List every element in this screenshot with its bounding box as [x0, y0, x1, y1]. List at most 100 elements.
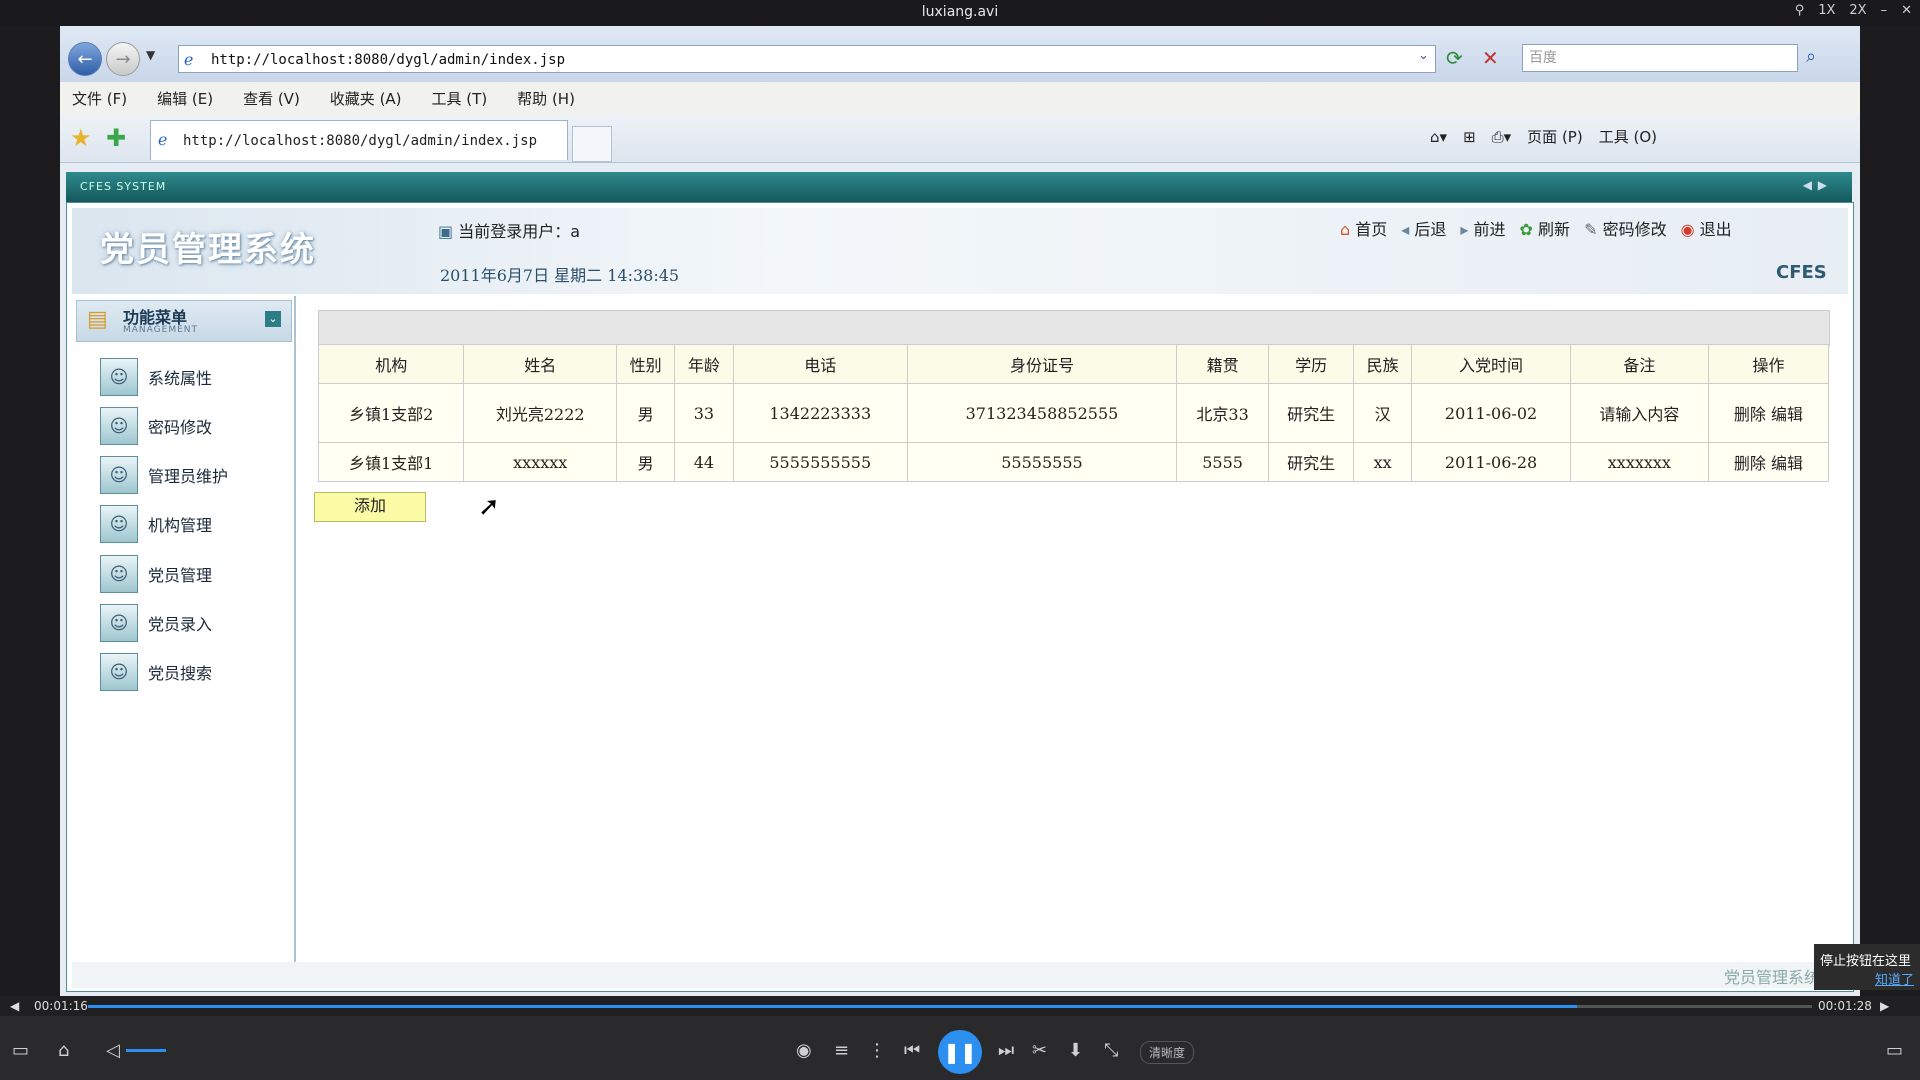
tooltip-text: 停止按钮在这里: [1820, 954, 1912, 969]
home-link[interactable]: ⌂ 首页: [1340, 216, 1387, 240]
sidebar-item-label: 党员管理: [148, 566, 213, 585]
menu-help[interactable]: 帮助 (H): [517, 88, 575, 109]
cell-age: 33: [674, 383, 734, 443]
col-id: 身份证号: [906, 344, 1178, 384]
sidebar-subtitle: MANAGEMENT: [123, 325, 198, 335]
sidebar-item-search[interactable]: ☺ 党员搜索: [100, 652, 212, 692]
password-link-icon: ✎: [1584, 220, 1598, 239]
back-link-icon: ◂: [1401, 220, 1410, 239]
refresh-link-icon: ✿: [1519, 220, 1533, 239]
pin-icon[interactable]: ⚲: [1795, 3, 1805, 18]
edit-link[interactable]: 编辑: [1771, 405, 1803, 424]
col-note: 备注: [1569, 344, 1709, 384]
edit-link[interactable]: 编辑: [1771, 454, 1803, 473]
search-icon[interactable]: ⌕: [1806, 46, 1816, 67]
rewind-icon[interactable]: ◀: [10, 999, 19, 1013]
forward-button[interactable]: →: [106, 42, 140, 76]
print-icon[interactable]: ⎙▾: [1492, 128, 1512, 146]
cell-org: 乡镇1支部2: [317, 383, 465, 443]
home-icon[interactable]: ⌂▾: [1430, 128, 1447, 146]
settings-icon[interactable]: ⋮: [868, 1040, 886, 1061]
feeds-icon[interactable]: ⊞: [1463, 128, 1476, 146]
back-link[interactable]: ◂ 后退: [1401, 216, 1446, 240]
close-icon[interactable]: ✕: [1901, 3, 1912, 18]
eye-icon[interactable]: ◉: [796, 1040, 812, 1061]
favorites-star-icon[interactable]: ★: [70, 124, 92, 152]
download-icon[interactable]: ⬇: [1068, 1040, 1083, 1061]
minimize-icon[interactable]: –: [1881, 3, 1888, 18]
speed-1x-button[interactable]: 1X: [1818, 3, 1835, 18]
tooltip-link[interactable]: 知道了: [1820, 969, 1914, 988]
menu-file[interactable]: 文件 (F): [72, 88, 127, 109]
library-icon[interactable]: ▭: [12, 1040, 29, 1061]
cell-id: 371323458852555: [906, 383, 1178, 443]
app-title-bar: CFES SYSTEM ◀ ▶: [66, 172, 1852, 202]
menu-folder-icon: ▤: [87, 307, 108, 332]
menu-favorites[interactable]: 收藏夹 (A): [330, 88, 402, 109]
sidebar-item-admin[interactable]: ☺ 管理员维护: [100, 455, 228, 495]
pause-button[interactable]: ❚❚: [938, 1030, 982, 1074]
new-tab-button[interactable]: [572, 126, 612, 162]
address-input[interactable]: http://localhost:8080/dygl/admin/index.j…: [178, 45, 1436, 73]
clarity-button[interactable]: 清晰度: [1140, 1041, 1195, 1064]
seek-bar[interactable]: ◀ 00:01:16 00:01:28 ▶: [0, 996, 1920, 1016]
refresh-icon[interactable]: ⟳: [1446, 46, 1463, 70]
menu-view[interactable]: 查看 (V): [243, 88, 300, 109]
logout-link[interactable]: ◉ 退出: [1681, 216, 1732, 240]
shrink-icon[interactable]: ⤡: [1104, 1040, 1118, 1061]
scissors-icon[interactable]: ✂: [1032, 1040, 1047, 1061]
cell-note: 请输入内容: [1569, 383, 1709, 443]
delete-link[interactable]: 删除: [1734, 405, 1766, 424]
tab-active[interactable]: http://localhost:8080/dygl/admin/index.j…: [150, 120, 568, 160]
menu-bar: 文件 (F) 编辑 (E) 查看 (V) 收藏夹 (A) 工具 (T) 帮助 (…: [60, 82, 1860, 114]
speed-2x-button[interactable]: 2X: [1849, 3, 1866, 18]
history-dropdown-icon[interactable]: ▼: [146, 48, 155, 62]
mouse-cursor-icon: ➚: [478, 492, 500, 522]
volume-slider[interactable]: [126, 1049, 166, 1052]
collapse-icon[interactable]: ⌄: [265, 311, 281, 327]
brand-label: CFES: [1776, 262, 1827, 283]
cell-actions: 删除 编辑: [1707, 383, 1830, 443]
cell-actions: 删除 编辑: [1707, 442, 1830, 482]
search-input[interactable]: 百度: [1522, 44, 1798, 72]
stop-icon[interactable]: ✕: [1482, 46, 1499, 70]
add-favorite-icon[interactable]: ✚: [106, 124, 126, 152]
previous-icon[interactable]: ⏮: [904, 1040, 920, 1061]
volume-icon[interactable]: ◁: [106, 1040, 120, 1061]
sidebar-item-members[interactable]: ☺ 党员管理: [100, 554, 212, 594]
home-link-label: 首页: [1355, 220, 1388, 239]
menu-tools[interactable]: 工具 (T): [432, 88, 488, 109]
cell-join-date: 2011-06-02: [1411, 383, 1571, 443]
forward-link[interactable]: ▸ 前进: [1460, 216, 1505, 240]
menu-edit[interactable]: 编辑 (E): [157, 88, 213, 109]
back-button[interactable]: ←: [68, 42, 102, 76]
sidebar-item-label: 密码修改: [148, 418, 213, 437]
current-user: ▣ 当前登录用户：a: [438, 218, 580, 242]
add-button[interactable]: 添加: [314, 492, 426, 522]
fast-forward-icon[interactable]: ▶: [1880, 999, 1889, 1013]
delete-link[interactable]: 删除: [1734, 454, 1766, 473]
seek-track[interactable]: [88, 1005, 1812, 1008]
open-folder-icon[interactable]: ⌂: [58, 1040, 69, 1061]
page-menu[interactable]: 页面 (P): [1527, 126, 1583, 147]
sidebar-item-org[interactable]: ☺ 机构管理: [100, 504, 212, 544]
sidebar-item-enter[interactable]: ☺ 党员录入: [100, 603, 212, 643]
sidebar-item-system[interactable]: ☺ 系统属性: [100, 357, 212, 397]
tools-menu[interactable]: 工具 (O): [1599, 126, 1657, 147]
scroll-arrows-icon[interactable]: ◀ ▶: [1803, 178, 1828, 192]
time-current: 00:01:16: [34, 999, 88, 1013]
user-card-icon: ☺: [100, 358, 138, 396]
sidebar-item-password[interactable]: ☺ 密码修改: [100, 406, 212, 446]
address-dropdown-icon[interactable]: ⌄: [1418, 48, 1429, 63]
password-link[interactable]: ✎ 密码修改: [1584, 216, 1667, 240]
col-hometown: 籍贯: [1176, 344, 1270, 384]
danmaku-icon[interactable]: ≡: [834, 1040, 849, 1061]
fullscreen-icon[interactable]: ▭: [1886, 1040, 1903, 1061]
next-icon[interactable]: ⏭: [998, 1040, 1014, 1061]
cell-education: 研究生: [1268, 442, 1355, 482]
col-name: 姓名: [463, 344, 618, 384]
refresh-link-label: 刷新: [1538, 220, 1571, 239]
cell-gender: 男: [616, 383, 676, 443]
cell-id: 55555555: [906, 442, 1178, 482]
refresh-link[interactable]: ✿ 刷新: [1520, 216, 1571, 240]
